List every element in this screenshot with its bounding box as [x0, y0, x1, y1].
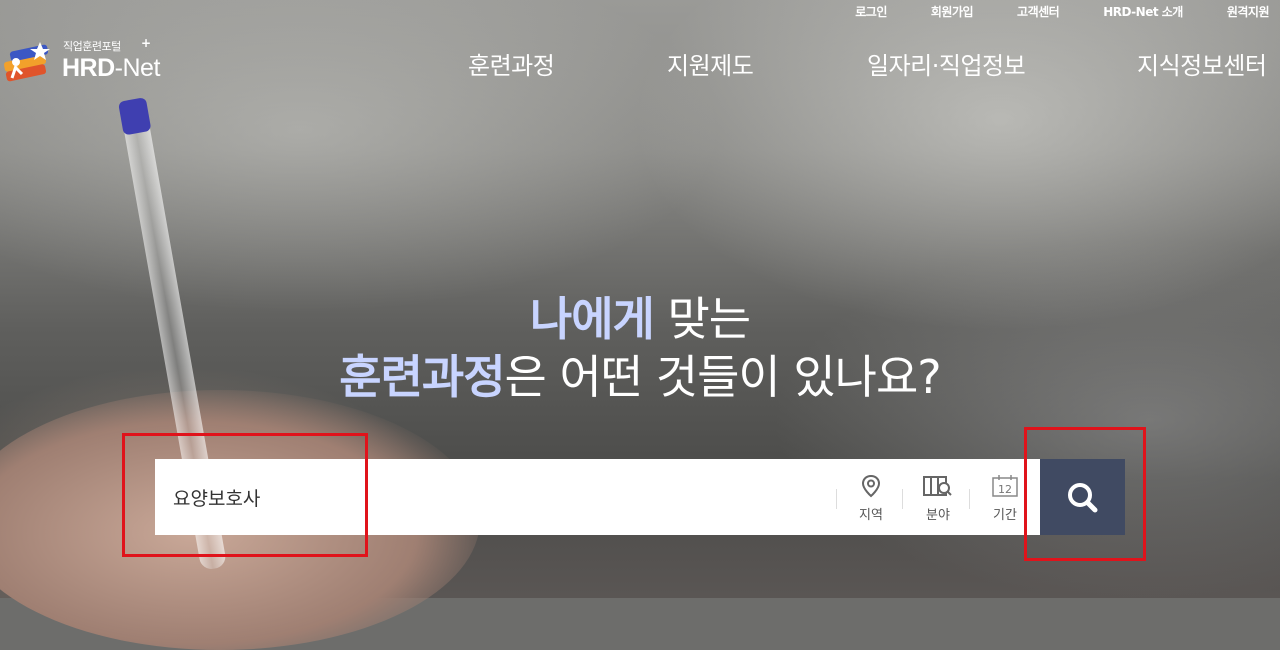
calendar-icon: 12 — [992, 475, 1018, 497]
region-filter-label: 지역 — [859, 508, 883, 523]
period-filter-button[interactable]: 12 기간 — [980, 474, 1030, 526]
highlight-box-input — [122, 433, 368, 557]
hero-headline: 나에게 맞는 훈련과정은 어떤 것들이 있나요? — [0, 290, 1280, 406]
headline-accent-2: 훈련과정 — [339, 350, 505, 404]
headline-line-2: 훈련과정은 어떤 것들이 있나요? — [0, 348, 1280, 406]
headline-text-2: 은 어떤 것들이 있나요? — [504, 350, 942, 404]
search-divider — [836, 489, 837, 509]
main-nav: 훈련과정 지원제도 일자리·직업정보 지식정보센터 — [0, 46, 1280, 81]
nav-support-programs[interactable]: 지원제도 — [667, 46, 754, 81]
headline-accent-1: 나에게 — [529, 292, 655, 346]
highlight-box-search-button — [1024, 427, 1146, 561]
search-divider — [902, 489, 903, 509]
field-filter-label: 분야 — [926, 508, 950, 523]
login-link[interactable]: 로그인 — [855, 3, 887, 20]
field-search-icon — [923, 476, 952, 496]
calendar-number: 12 — [998, 483, 1012, 496]
nav-training-courses[interactable]: 훈련과정 — [468, 46, 555, 81]
period-filter-label: 기간 — [993, 508, 1017, 523]
customer-center-link[interactable]: 고객센터 — [1017, 3, 1060, 20]
search-divider — [969, 489, 970, 509]
region-filter-button[interactable]: 지역 — [846, 474, 896, 526]
hero-pen-cap-image — [118, 97, 152, 136]
nav-job-info[interactable]: 일자리·직업정보 — [867, 46, 1026, 81]
about-link[interactable]: HRD-Net 소개 — [1103, 3, 1183, 20]
headline-text-1: 맞는 — [653, 292, 751, 346]
remote-support-link[interactable]: 원격지원 — [1227, 3, 1270, 20]
nav-knowledge-center[interactable]: 지식정보센터 — [1137, 46, 1267, 81]
utility-links: 로그인 회원가입 고객센터 HRD-Net 소개 원격지원 — [811, 3, 1269, 20]
headline-line-1: 나에게 맞는 — [0, 290, 1280, 348]
location-pin-icon — [861, 474, 881, 498]
field-filter-button[interactable]: 분야 — [913, 474, 963, 526]
signup-link[interactable]: 회원가입 — [931, 3, 974, 20]
